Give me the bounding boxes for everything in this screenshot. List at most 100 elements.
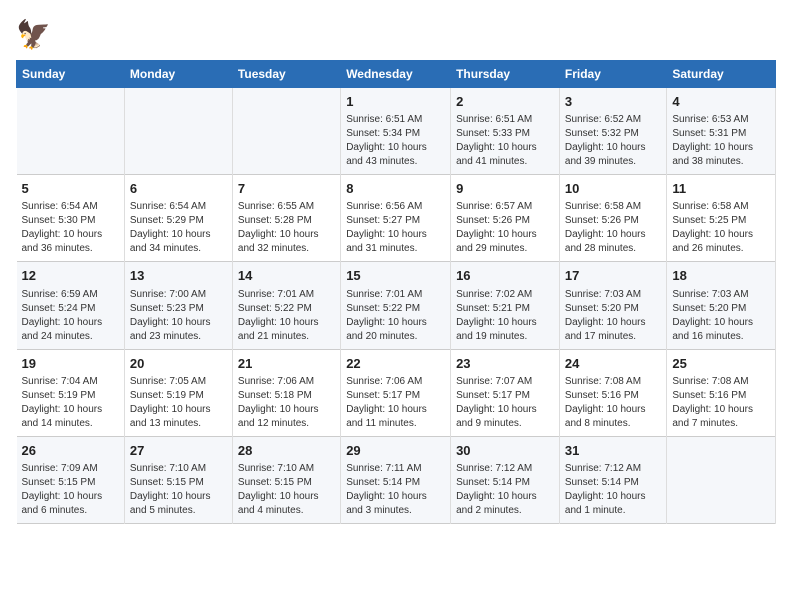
page-header: 🦅: [16, 16, 776, 52]
cell-info: Sunrise: 7:01 AM: [238, 288, 335, 302]
cell-info: Sunrise: 6:58 AM: [565, 200, 661, 214]
svg-text:🦅: 🦅: [16, 17, 51, 51]
day-number: 22: [346, 355, 445, 373]
cell-daylight: Daylight: 10 hours and 8 minutes.: [565, 403, 661, 431]
calendar-cell: 30Sunrise: 7:12 AMSunset: 5:14 PMDayligh…: [451, 436, 560, 523]
cell-info: Sunrise: 6:52 AM: [565, 113, 661, 127]
cell-daylight: Daylight: 10 hours and 7 minutes.: [672, 403, 770, 431]
cell-daylight: Daylight: 10 hours and 14 minutes.: [22, 403, 119, 431]
cell-info: Sunrise: 7:03 AM: [672, 288, 770, 302]
day-number: 19: [22, 355, 119, 373]
day-number: 11: [672, 180, 770, 198]
cell-sunset: Sunset: 5:31 PM: [672, 127, 770, 141]
cell-daylight: Daylight: 10 hours and 39 minutes.: [565, 141, 661, 169]
calendar-cell: 23Sunrise: 7:07 AMSunset: 5:17 PMDayligh…: [451, 349, 560, 436]
cell-sunset: Sunset: 5:14 PM: [565, 476, 661, 490]
cell-sunset: Sunset: 5:16 PM: [672, 389, 770, 403]
calendar-cell: 15Sunrise: 7:01 AMSunset: 5:22 PMDayligh…: [341, 262, 451, 349]
calendar-cell: 3Sunrise: 6:52 AMSunset: 5:32 PMDaylight…: [559, 88, 666, 175]
cell-sunset: Sunset: 5:23 PM: [130, 302, 227, 316]
day-number: 14: [238, 267, 335, 285]
day-number: 1: [346, 93, 445, 111]
cell-sunset: Sunset: 5:24 PM: [22, 302, 119, 316]
logo: 🦅: [16, 16, 56, 52]
cell-info: Sunrise: 7:09 AM: [22, 462, 119, 476]
header-thursday: Thursday: [451, 61, 560, 88]
calendar-cell: 26Sunrise: 7:09 AMSunset: 5:15 PMDayligh…: [17, 436, 125, 523]
cell-sunset: Sunset: 5:32 PM: [565, 127, 661, 141]
day-number: 5: [22, 180, 119, 198]
cell-daylight: Daylight: 10 hours and 24 minutes.: [22, 316, 119, 344]
calendar-cell: [667, 436, 776, 523]
cell-info: Sunrise: 6:53 AM: [672, 113, 770, 127]
cell-info: Sunrise: 6:59 AM: [22, 288, 119, 302]
calendar-week-row: 1Sunrise: 6:51 AMSunset: 5:34 PMDaylight…: [17, 88, 776, 175]
day-number: 30: [456, 442, 554, 460]
day-number: 18: [672, 267, 770, 285]
cell-info: Sunrise: 6:54 AM: [22, 200, 119, 214]
cell-info: Sunrise: 7:05 AM: [130, 375, 227, 389]
cell-daylight: Daylight: 10 hours and 28 minutes.: [565, 228, 661, 256]
calendar-cell: 11Sunrise: 6:58 AMSunset: 5:25 PMDayligh…: [667, 175, 776, 262]
header-monday: Monday: [124, 61, 232, 88]
header-wednesday: Wednesday: [341, 61, 451, 88]
logo-bird-icon: 🦅: [16, 16, 52, 52]
cell-daylight: Daylight: 10 hours and 29 minutes.: [456, 228, 554, 256]
cell-sunset: Sunset: 5:22 PM: [238, 302, 335, 316]
day-number: 31: [565, 442, 661, 460]
header-tuesday: Tuesday: [232, 61, 340, 88]
calendar-cell: 6Sunrise: 6:54 AMSunset: 5:29 PMDaylight…: [124, 175, 232, 262]
day-number: 27: [130, 442, 227, 460]
calendar-cell: 2Sunrise: 6:51 AMSunset: 5:33 PMDaylight…: [451, 88, 560, 175]
day-number: 25: [672, 355, 770, 373]
cell-info: Sunrise: 7:11 AM: [346, 462, 445, 476]
day-number: 29: [346, 442, 445, 460]
calendar-cell: 1Sunrise: 6:51 AMSunset: 5:34 PMDaylight…: [341, 88, 451, 175]
cell-daylight: Daylight: 10 hours and 12 minutes.: [238, 403, 335, 431]
calendar-cell: 24Sunrise: 7:08 AMSunset: 5:16 PMDayligh…: [559, 349, 666, 436]
cell-daylight: Daylight: 10 hours and 32 minutes.: [238, 228, 335, 256]
cell-daylight: Daylight: 10 hours and 11 minutes.: [346, 403, 445, 431]
cell-info: Sunrise: 7:01 AM: [346, 288, 445, 302]
cell-sunset: Sunset: 5:17 PM: [346, 389, 445, 403]
cell-daylight: Daylight: 10 hours and 16 minutes.: [672, 316, 770, 344]
cell-daylight: Daylight: 10 hours and 21 minutes.: [238, 316, 335, 344]
cell-daylight: Daylight: 10 hours and 38 minutes.: [672, 141, 770, 169]
day-number: 10: [565, 180, 661, 198]
day-number: 6: [130, 180, 227, 198]
cell-info: Sunrise: 6:51 AM: [456, 113, 554, 127]
calendar-cell: 13Sunrise: 7:00 AMSunset: 5:23 PMDayligh…: [124, 262, 232, 349]
calendar-cell: 9Sunrise: 6:57 AMSunset: 5:26 PMDaylight…: [451, 175, 560, 262]
cell-daylight: Daylight: 10 hours and 26 minutes.: [672, 228, 770, 256]
cell-sunset: Sunset: 5:22 PM: [346, 302, 445, 316]
calendar-cell: 7Sunrise: 6:55 AMSunset: 5:28 PMDaylight…: [232, 175, 340, 262]
day-number: 17: [565, 267, 661, 285]
day-number: 20: [130, 355, 227, 373]
day-number: 26: [22, 442, 119, 460]
day-number: 8: [346, 180, 445, 198]
cell-sunset: Sunset: 5:28 PM: [238, 214, 335, 228]
day-number: 15: [346, 267, 445, 285]
day-number: 23: [456, 355, 554, 373]
cell-sunset: Sunset: 5:33 PM: [456, 127, 554, 141]
cell-sunset: Sunset: 5:19 PM: [22, 389, 119, 403]
cell-daylight: Daylight: 10 hours and 41 minutes.: [456, 141, 554, 169]
header-saturday: Saturday: [667, 61, 776, 88]
calendar-table: SundayMondayTuesdayWednesdayThursdayFrid…: [16, 60, 776, 524]
day-number: 21: [238, 355, 335, 373]
cell-info: Sunrise: 6:51 AM: [346, 113, 445, 127]
cell-info: Sunrise: 6:54 AM: [130, 200, 227, 214]
day-number: 13: [130, 267, 227, 285]
cell-sunset: Sunset: 5:26 PM: [456, 214, 554, 228]
cell-daylight: Daylight: 10 hours and 36 minutes.: [22, 228, 119, 256]
cell-daylight: Daylight: 10 hours and 2 minutes.: [456, 490, 554, 518]
cell-sunset: Sunset: 5:19 PM: [130, 389, 227, 403]
calendar-cell: 4Sunrise: 6:53 AMSunset: 5:31 PMDaylight…: [667, 88, 776, 175]
cell-sunset: Sunset: 5:14 PM: [456, 476, 554, 490]
calendar-cell: 16Sunrise: 7:02 AMSunset: 5:21 PMDayligh…: [451, 262, 560, 349]
cell-info: Sunrise: 6:55 AM: [238, 200, 335, 214]
cell-daylight: Daylight: 10 hours and 19 minutes.: [456, 316, 554, 344]
cell-info: Sunrise: 7:06 AM: [346, 375, 445, 389]
calendar-cell: 27Sunrise: 7:10 AMSunset: 5:15 PMDayligh…: [124, 436, 232, 523]
cell-daylight: Daylight: 10 hours and 6 minutes.: [22, 490, 119, 518]
